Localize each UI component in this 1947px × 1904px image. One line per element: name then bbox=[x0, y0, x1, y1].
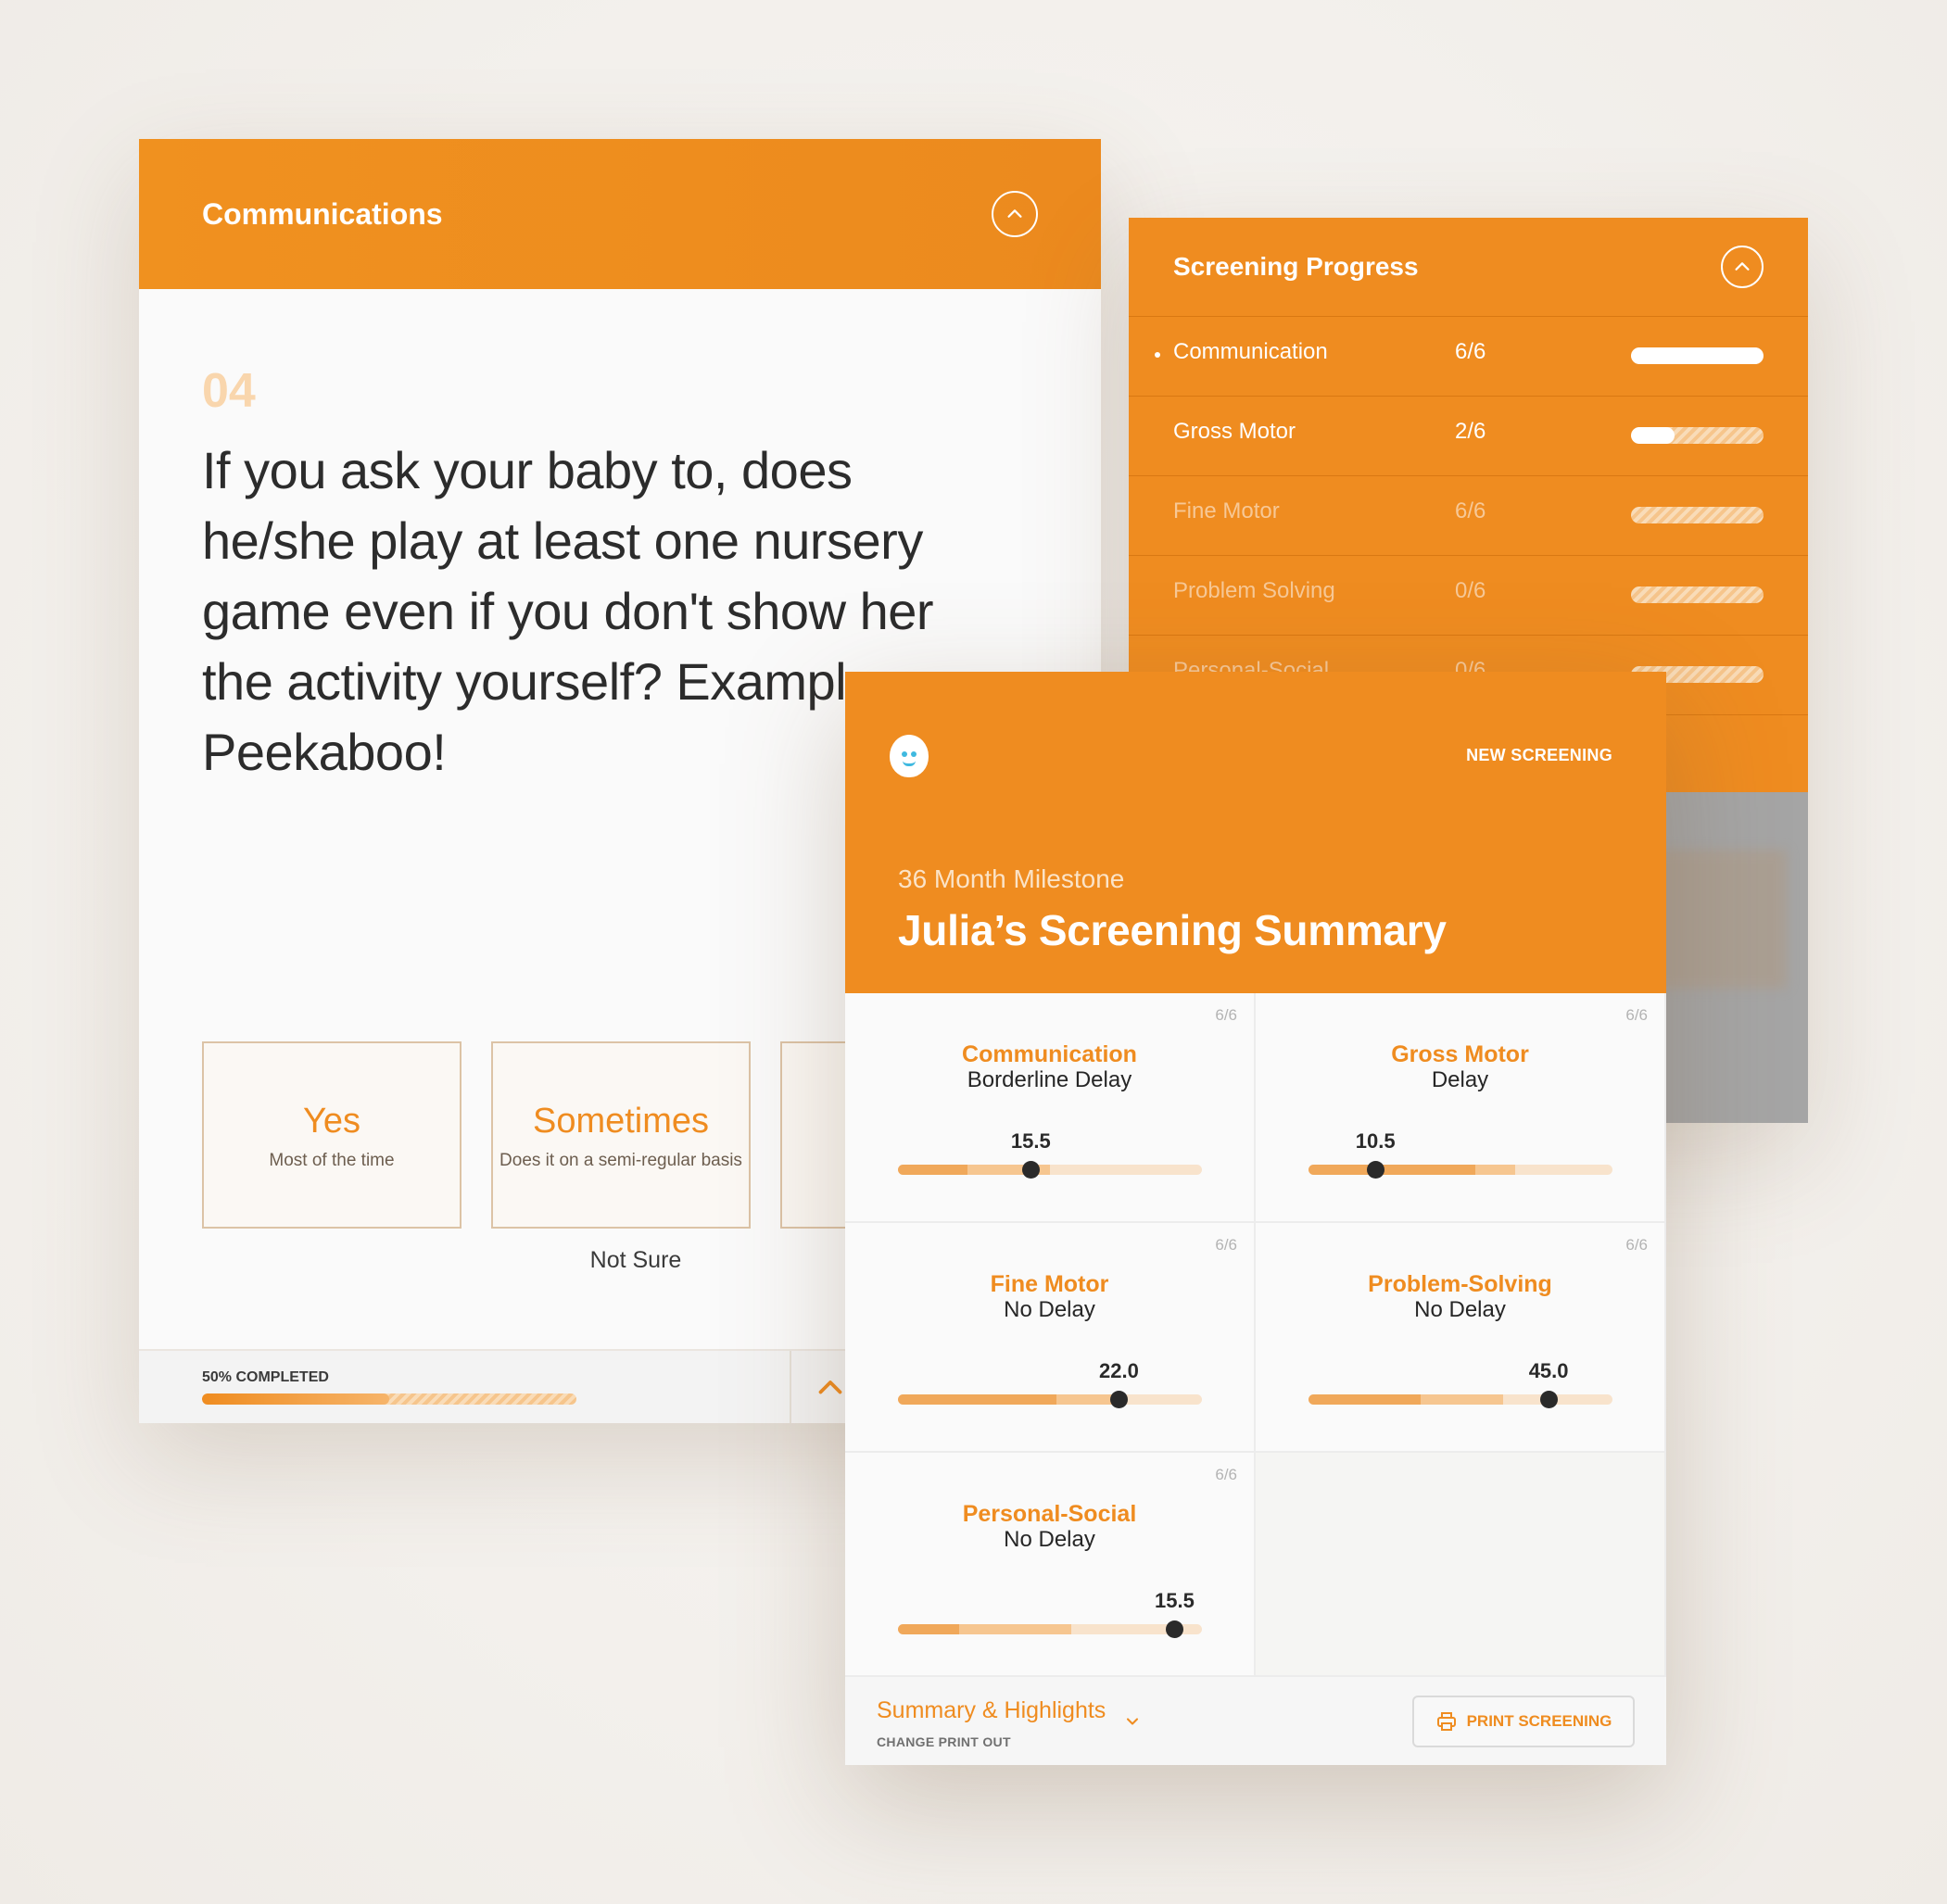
domain-status: No Delay bbox=[1414, 1297, 1506, 1322]
progress-row-gross-motor[interactable]: Gross Motor 2/6 bbox=[1129, 397, 1808, 476]
chevron-up-icon bbox=[1735, 262, 1750, 271]
footer-divider bbox=[790, 1351, 791, 1423]
progress-bar bbox=[202, 1393, 576, 1405]
progress-row-name: Gross Motor bbox=[1173, 419, 1296, 444]
score-zone-low bbox=[1309, 1394, 1422, 1405]
domain-cell-gross-motor[interactable]: 6/6 Gross Motor Delay 10.5 bbox=[1256, 993, 1666, 1223]
progress-row-count: 0/6 bbox=[1455, 578, 1486, 603]
domain-cell-communication[interactable]: 6/6 Communication Borderline Delay 15.5 bbox=[845, 993, 1256, 1223]
score-track: 15.5 bbox=[898, 1589, 1202, 1638]
progress-bar-fill bbox=[202, 1393, 389, 1405]
progress-row-fine-motor[interactable]: Fine Motor 6/6 bbox=[1129, 476, 1808, 556]
question-number: 04 bbox=[202, 364, 256, 418]
answer-title: Yes bbox=[303, 1101, 360, 1141]
progress-row-bar bbox=[1631, 427, 1764, 444]
collapse-button[interactable] bbox=[1721, 246, 1764, 288]
domain-cell-problem-solving[interactable]: 6/6 Problem-Solving No Delay 45.0 bbox=[1256, 1223, 1666, 1453]
chevron-up-icon bbox=[1007, 209, 1022, 218]
score-marker bbox=[1022, 1161, 1041, 1179]
domain-status: Borderline Delay bbox=[967, 1067, 1132, 1092]
answer-title: Sometimes bbox=[532, 1101, 710, 1141]
score-zone-low bbox=[898, 1165, 968, 1175]
score-track: 10.5 bbox=[1309, 1129, 1612, 1179]
new-screening-link[interactable]: NEW SCREENING bbox=[1466, 746, 1612, 765]
domain-cell-fine-motor[interactable]: 6/6 Fine Motor No Delay 22.0 bbox=[845, 1223, 1256, 1453]
progress-row-bar bbox=[1631, 586, 1764, 603]
score-value: 15.5 bbox=[1155, 1589, 1195, 1612]
score-value: 45.0 bbox=[1528, 1359, 1569, 1382]
score-zone-low bbox=[898, 1624, 959, 1634]
answer-subtitle: Does it on a semi-regular basis bbox=[499, 1150, 742, 1170]
answer-yes-button[interactable]: Yes Most of the time bbox=[202, 1041, 461, 1229]
app-logo bbox=[890, 735, 929, 777]
domain-status: No Delay bbox=[1004, 1527, 1095, 1552]
score-track: 45.0 bbox=[1309, 1359, 1612, 1408]
domain-name: Fine Motor bbox=[990, 1271, 1109, 1297]
progress-list: Communication 6/6 Gross Motor 2/6 Fine M… bbox=[1129, 317, 1808, 715]
score-value: 10.5 bbox=[1355, 1129, 1396, 1153]
answer-options: Yes Most of the time Sometimes Does it o… bbox=[202, 1041, 947, 1229]
score-value: 15.5 bbox=[1010, 1129, 1051, 1153]
score-value: 22.0 bbox=[1099, 1359, 1139, 1382]
domain-name: Problem-Solving bbox=[1368, 1271, 1552, 1297]
summary-footer: Summary & Highlights CHANGE PRINT OUT PR… bbox=[845, 1675, 1666, 1765]
progress-label: 50% COMPLETED bbox=[202, 1369, 329, 1385]
active-dot bbox=[1155, 352, 1160, 358]
screening-summary-card: NEW SCREENING 36 Month Milestone Julia’s… bbox=[845, 672, 1666, 1765]
print-screening-label: PRINT SCREENING bbox=[1466, 1712, 1612, 1730]
answer-subtitle: Most of the time bbox=[269, 1150, 395, 1170]
section-title: Communications bbox=[202, 196, 443, 231]
domain-name: Gross Motor bbox=[1391, 1041, 1529, 1067]
domain-count: 6/6 bbox=[1215, 1006, 1237, 1024]
score-track: 15.5 bbox=[898, 1129, 1202, 1179]
domain-name: Communication bbox=[962, 1041, 1137, 1067]
score-marker bbox=[1110, 1391, 1129, 1408]
progress-row-bar bbox=[1631, 347, 1764, 364]
chevron-up-icon[interactable] bbox=[814, 1371, 847, 1405]
score-zone-mid bbox=[1421, 1394, 1503, 1405]
progress-row-communication[interactable]: Communication 6/6 bbox=[1129, 317, 1808, 397]
progress-row-name: Problem Solving bbox=[1173, 578, 1335, 603]
empty-cell bbox=[1256, 1453, 1666, 1683]
progress-row-name: Fine Motor bbox=[1173, 498, 1280, 523]
print-screening-button[interactable]: PRINT SCREENING bbox=[1412, 1696, 1635, 1747]
not-sure-button[interactable]: Not Sure bbox=[506, 1247, 765, 1274]
summary-highlights-dropdown[interactable]: Summary & Highlights bbox=[877, 1697, 1106, 1724]
score-track: 22.0 bbox=[898, 1359, 1202, 1408]
answer-sometimes-button[interactable]: Sometimes Does it on a semi-regular basi… bbox=[491, 1041, 751, 1229]
score-zone-mid bbox=[958, 1624, 1071, 1634]
domain-status: No Delay bbox=[1004, 1297, 1095, 1322]
summary-title: Julia’s Screening Summary bbox=[898, 906, 1447, 954]
domain-count: 6/6 bbox=[1215, 1236, 1237, 1254]
progress-row-count: 6/6 bbox=[1455, 498, 1486, 523]
progress-header: Screening Progress bbox=[1129, 218, 1808, 317]
score-zone-mid bbox=[1056, 1394, 1118, 1405]
score-marker bbox=[1166, 1620, 1184, 1638]
domain-status: Delay bbox=[1431, 1067, 1489, 1092]
milestone-label: 36 Month Milestone bbox=[898, 864, 1125, 893]
progress-row-problem-solving[interactable]: Problem Solving 0/6 bbox=[1129, 556, 1808, 636]
progress-row-bar bbox=[1631, 507, 1764, 523]
domain-count: 6/6 bbox=[1625, 1006, 1648, 1024]
progress-row-count: 6/6 bbox=[1455, 339, 1486, 364]
chevron-down-icon[interactable] bbox=[1123, 1712, 1142, 1731]
printer-icon bbox=[1436, 1712, 1456, 1731]
domain-grid: 6/6 Communication Borderline Delay 15.5 … bbox=[845, 993, 1666, 1683]
progress-row-name: Communication bbox=[1173, 339, 1328, 364]
domain-name: Personal-Social bbox=[962, 1501, 1137, 1527]
progress-row-count: 2/6 bbox=[1455, 419, 1486, 444]
score-marker bbox=[1540, 1391, 1559, 1408]
domain-count: 6/6 bbox=[1215, 1466, 1237, 1483]
domain-count: 6/6 bbox=[1625, 1236, 1648, 1254]
question-card-header: Communications bbox=[139, 139, 1101, 289]
score-zone-mid bbox=[1475, 1165, 1516, 1175]
progress-title: Screening Progress bbox=[1173, 252, 1419, 281]
summary-header: NEW SCREENING 36 Month Milestone Julia’s… bbox=[845, 672, 1666, 993]
change-print-out-label: CHANGE PRINT OUT bbox=[877, 1734, 1011, 1749]
domain-cell-personal-social[interactable]: 6/6 Personal-Social No Delay 15.5 bbox=[845, 1453, 1256, 1683]
score-marker bbox=[1367, 1161, 1385, 1179]
collapse-button[interactable] bbox=[992, 191, 1038, 237]
score-zone-low bbox=[1309, 1165, 1476, 1175]
score-zone-low bbox=[898, 1394, 1056, 1405]
